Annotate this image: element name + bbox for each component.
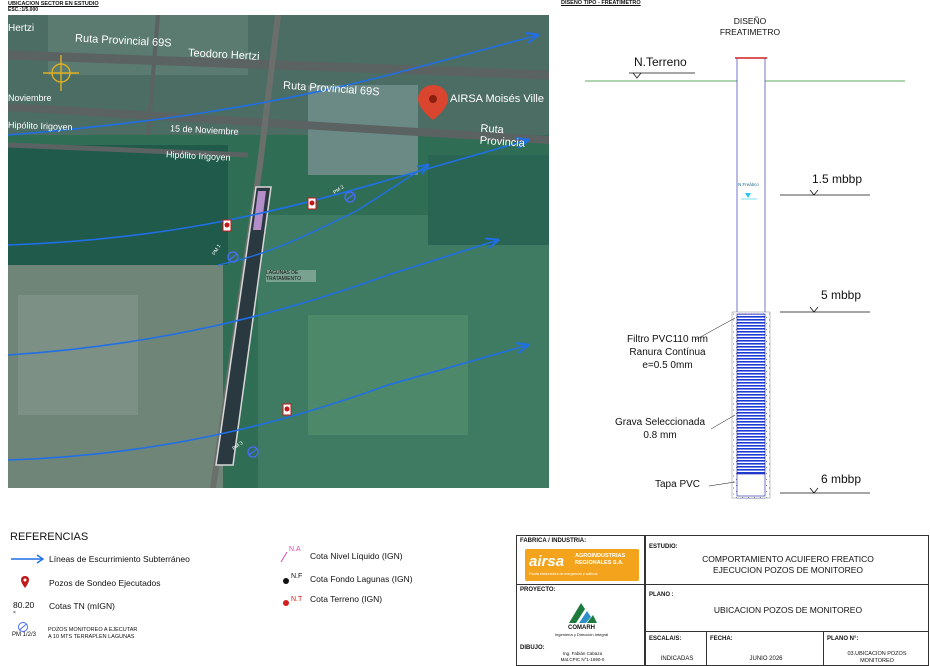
filtro-line3: e=0.5 0mm xyxy=(642,360,693,371)
ref-pm-line2: A 10 MTS TERRAPLEN LAGUNAS xyxy=(48,633,135,640)
grava-line1: Grava Seleccionada xyxy=(614,417,706,428)
airsa-name: AGROINDUSTRIAS REGIONALES S.A. xyxy=(575,553,625,567)
filtro-line1: Filtro PVC110 mm xyxy=(627,334,708,345)
estudio-label: ESTUDIO: xyxy=(649,544,678,550)
nt-tag: N.T xyxy=(291,596,303,603)
airsa-name-line2: REGIONALES S.A. xyxy=(575,560,624,566)
ref-cotas: Cotas TN (mIGN) xyxy=(49,601,115,611)
level-label-2: 5 mbbp xyxy=(821,288,862,302)
dibujo-label: DIBUJO: xyxy=(520,645,545,651)
dibujo-line2: Mat.CPIC N°1-1690-0 xyxy=(560,656,605,662)
fabrica-label: FABRICA / INDUSTRIA: xyxy=(520,538,587,544)
nf-pin-icon xyxy=(283,578,289,584)
cotas-marker-icon: × xyxy=(13,610,16,616)
airsa-name-line1: AGROINDUSTRIAS xyxy=(575,553,626,559)
cotas-number: 80.20 xyxy=(13,600,35,610)
ref-pozos: Pozos de Sondeo Ejecutados xyxy=(49,578,161,588)
escala-cell: ESCALA/S: INDICADAS xyxy=(645,631,707,666)
plano-text: UBICACION POZOS DE MONITOREO xyxy=(713,605,863,615)
airsa-logo: airsa AGROINDUSTRIAS REGIONALES S.A. Pla… xyxy=(525,549,639,581)
freatico-label: N.Freático xyxy=(738,182,759,187)
proyecto-cell: PROYECTO: COMARH Ingeniería y Dirección … xyxy=(516,584,645,666)
references-title: REFERENCIAS xyxy=(10,531,89,543)
satellite-map[interactable]: Hertzi Ruta Provincial 69S Teodoro Hertz… xyxy=(8,15,549,488)
fecha-cell: FECHA: JUNIO 2026 xyxy=(706,631,824,666)
grava-label: Grava Seleccionada 0.8 mm xyxy=(600,416,720,442)
lagunas-label: LAGUNAS DE TRATAMIENTO xyxy=(266,270,316,282)
level-label-3: 6 mbbp xyxy=(821,472,862,486)
plano-numero-label: PLANO N°: xyxy=(827,636,859,642)
tapa-label: Tapa PVC xyxy=(655,479,701,490)
escala-value: INDICADAS xyxy=(660,656,694,662)
section-heading: DISEÑO FREATIMETRO xyxy=(700,16,800,38)
road-noviembre-left: Noviembre xyxy=(8,93,52,103)
pm-symbol-text: PM 1/2/3 xyxy=(12,632,37,638)
fecha-label: FECHA: xyxy=(710,636,733,642)
escala-label: ESCALA/S: xyxy=(649,636,682,642)
nt-pin-icon xyxy=(283,600,289,606)
section-heading-line1: DISEÑO xyxy=(733,16,767,26)
map-scale: ESC.:1/5.000 xyxy=(8,7,39,13)
fecha-value: JUNIO 2026 xyxy=(749,656,783,662)
estudio-cell: ESTUDIO: COMPORTAMIENTO ACUIFERO FREATIC… xyxy=(645,535,929,585)
fabrica-cell: FABRICA / INDUSTRIA: airsa AGROINDUSTRIA… xyxy=(516,535,645,585)
section-title: DISEÑO TIPO - FREATIMETRO xyxy=(561,0,641,6)
plano-numero-line1: 03.UBICACION POZOS xyxy=(847,651,907,657)
filtro-label: Filtro PVC110 mm Ranura Contínua e=0.5 0… xyxy=(605,333,730,372)
flow-line-icon xyxy=(11,554,45,564)
ref-pm-line1: POZOS MONITOREO A EJECUTAR xyxy=(48,627,138,633)
place-label: AIRSA Moisés Ville xyxy=(450,93,544,105)
plano-label: PLANO : xyxy=(649,592,674,598)
estudio-text: COMPORTAMIENTO ACUIFERO FREATICO EJECUCI… xyxy=(646,554,930,576)
ref-pm: POZOS MONITOREO A EJECUTAR A 10 MTS TERR… xyxy=(48,627,137,640)
estudio-line1: COMPORTAMIENTO ACUIFERO FREATICO xyxy=(702,554,874,564)
plano-numero-line2: MONITOREO xyxy=(860,658,894,664)
ref-na: Cota Nivel Líquido (IGN) xyxy=(310,551,403,561)
road-hertzi-left: Hertzi xyxy=(8,23,35,34)
plano-numero-cell: PLANO N°: 03.UBICACION POZOS MONITOREO xyxy=(823,631,929,666)
airsa-brand: airsa xyxy=(529,553,565,570)
pozo-pin-icon xyxy=(21,576,29,588)
road-rp-right: Ruta Provincia xyxy=(479,122,526,150)
level-label-1: 1.5 mbbp xyxy=(812,172,863,186)
ref-nt: Cota Terreno (IGN) xyxy=(310,594,383,604)
na-pin-icon xyxy=(280,551,288,563)
plano-cell: PLANO : UBICACION POZOS DE MONITOREO xyxy=(645,584,929,632)
ref-flow: Líneas de Escurrimiento Subterráneo xyxy=(49,554,190,564)
comarh-name: COMARH xyxy=(568,625,595,631)
grava-line2: 0.8 mm xyxy=(643,430,677,441)
ref-nf: Cota Fondo Lagunas (IGN) xyxy=(310,574,413,584)
comarh-sub: Ingeniería y Dirección Integral xyxy=(554,632,609,637)
section-heading-line2: FREATIMETRO xyxy=(719,27,781,37)
ground-label: N.Terreno xyxy=(634,55,687,69)
estudio-line2: EJECUCION POZOS DE MONITOREO xyxy=(712,565,864,575)
nf-tag: N.F xyxy=(291,573,303,580)
airsa-tagline: Planta elaboradora de margarinas y aditi… xyxy=(529,572,598,576)
comarh-logo-icon xyxy=(569,603,597,623)
proyecto-label: PROYECTO: xyxy=(520,587,556,593)
filtro-line2: Ranura Contínua xyxy=(629,347,706,358)
dibujo-text: Ing. Fabián Cabaza Mat.CPIC N°1-1690-0 xyxy=(545,651,620,662)
plano-numero-value: 03.UBICACION POZOS MONITOREO xyxy=(824,651,930,665)
